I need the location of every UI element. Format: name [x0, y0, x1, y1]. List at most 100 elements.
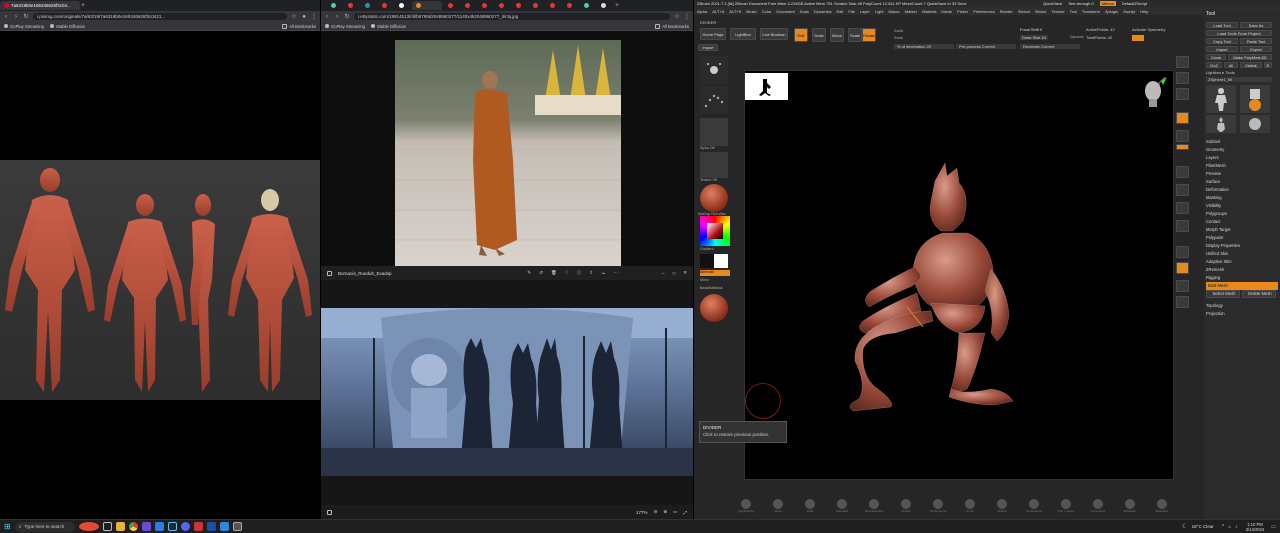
subpalette-polypaint[interactable]: Polypaint — [1204, 234, 1280, 242]
task-view-icon[interactable] — [102, 522, 112, 531]
menu-item[interactable]: Edit — [836, 9, 843, 14]
new-tab-icon[interactable]: + — [80, 3, 86, 9]
activate-symmetry-button[interactable]: Activate Symmetry — [1132, 27, 1165, 32]
rotate-view-button[interactable] — [1176, 220, 1189, 232]
subpalette-display-properties[interactable]: Display Properties — [1204, 242, 1280, 250]
bookmark-stable-diffusion[interactable]: Stable Diffusion — [49, 24, 85, 29]
menu-icon[interactable]: ⋮ — [684, 14, 690, 20]
subpalette-layers[interactable]: Layers — [1204, 154, 1280, 162]
discord-icon[interactable] — [180, 522, 190, 531]
home-page-button[interactable]: Home Page — [700, 28, 726, 40]
visible-button[interactable]: Visible — [1240, 62, 1262, 68]
app-icon-purple[interactable] — [141, 522, 151, 531]
url-input[interactable]: i.pinimg.com/originals/7a/63/19/7a6319b0… — [33, 13, 287, 20]
filmstrip-icon[interactable] — [327, 509, 332, 515]
star-icon[interactable]: ☆ — [291, 14, 297, 20]
zbrush-canvas[interactable]: DIVIDER Click to restore previous positi… — [699, 70, 1174, 480]
menu-item[interactable]: Layer — [860, 9, 870, 14]
brush-claybuildup[interactable]: ClayBuildup — [734, 499, 758, 513]
cloud-icon[interactable]: ☁ — [601, 270, 606, 276]
subpalette-fibermesh[interactable]: FiberMesh — [1204, 162, 1280, 170]
browser-tab[interactable] — [361, 1, 376, 10]
app-icon-blue[interactable] — [154, 522, 164, 531]
zsub-toggle[interactable]: Zsub — [894, 35, 903, 40]
browser-tab[interactable] — [478, 1, 493, 10]
subpalette-geometry[interactable]: Geometry — [1204, 146, 1280, 154]
forward-icon[interactable]: › — [334, 14, 340, 20]
preprocess-button[interactable]: Pre-process Current — [956, 44, 1016, 49]
secondary-color-swatch[interactable] — [714, 254, 728, 268]
select-mesh-button[interactable]: Select Mesh — [1206, 290, 1240, 298]
browser-tab[interactable]: 7a6319b0e165346626f3c04... — [0, 1, 80, 10]
browser-tab[interactable] — [495, 1, 510, 10]
rotate-button[interactable]: Rotate — [862, 28, 876, 42]
taskbar-search-box[interactable]: ⌕ Type here to search — [14, 521, 75, 532]
subpalette-projection[interactable]: Projection — [1204, 310, 1280, 318]
bookmark-goplay[interactable]: GoPlay Streaming — [325, 24, 365, 29]
menu-item[interactable]: Preferences — [973, 9, 995, 14]
menu-item[interactable]: Texture — [1051, 9, 1064, 14]
tool-thumbnail-zsphere[interactable] — [1240, 115, 1270, 133]
tray-chevron-icon[interactable]: ^ — [1222, 524, 1224, 530]
browser-tab[interactable] — [546, 1, 561, 10]
profile-icon[interactable]: ● — [301, 14, 307, 20]
file-explorer-icon[interactable] — [115, 522, 125, 531]
menu-item[interactable]: Zplugin — [1105, 9, 1118, 14]
brush-maskpen[interactable]: MaskPen — [1150, 499, 1174, 513]
menu-item[interactable]: File — [848, 9, 854, 14]
load-tool-button[interactable]: Load Tool — [1206, 22, 1238, 28]
browser-tab[interactable] — [344, 1, 359, 10]
subpalette-adaptive-skin[interactable]: Adaptive Skin — [1204, 258, 1280, 266]
polyf-button[interactable] — [1176, 246, 1189, 258]
fit-icon[interactable]: ▭ — [673, 509, 677, 515]
fullscreen-icon[interactable]: ⤢ — [683, 510, 687, 515]
paste-tool-button[interactable]: Paste Tool — [1240, 38, 1272, 44]
load-tools-from-project-button[interactable]: Load Tools From Project — [1206, 30, 1272, 36]
gallery-icon[interactable] — [327, 270, 332, 276]
brush-zmodeler[interactable]: ZModeler — [1118, 499, 1142, 513]
all-bookmarks[interactable]: All Bookmarks — [282, 23, 316, 29]
brush-slash3[interactable]: Slash3 — [990, 499, 1014, 513]
menu-item[interactable]: Brush — [746, 9, 756, 14]
brush-move[interactable]: Move — [766, 499, 790, 513]
texture-thumbnail[interactable] — [700, 152, 728, 178]
subpalette-rigging[interactable]: Rigging — [1204, 274, 1280, 282]
menu-item[interactable]: Stroke — [1035, 9, 1047, 14]
zsphere-slider[interactable]: ZSphere1_69 — [1206, 77, 1272, 82]
frame-button[interactable] — [1176, 166, 1189, 178]
menu-item[interactable]: Picker — [957, 9, 968, 14]
subpalette-topology[interactable]: Topology — [1204, 302, 1280, 310]
subpalette-visibility[interactable]: Visibility — [1204, 202, 1280, 210]
menu-item[interactable]: Transform — [1082, 9, 1100, 14]
photos-icon[interactable] — [219, 522, 229, 531]
lightbox-button[interactable]: LightBox — [730, 28, 756, 40]
subpalette-masking[interactable]: Masking — [1204, 194, 1280, 202]
menu-item[interactable]: Movie — [941, 9, 952, 14]
main-color-swatch[interactable] — [700, 254, 714, 268]
persp-button[interactable] — [1176, 112, 1189, 124]
forward-icon[interactable]: › — [13, 14, 19, 20]
solo-button[interactable] — [1176, 296, 1189, 308]
browser-tab-active[interactable] — [412, 1, 442, 10]
info-icon[interactable]: ⓘ — [577, 270, 582, 276]
bookmark-goplay[interactable]: GoPlay Streaming — [4, 24, 44, 29]
symmetry-x-toggle[interactable] — [1132, 35, 1144, 41]
zoom-view-button[interactable] — [1176, 202, 1189, 214]
maximize-icon[interactable]: □ — [673, 271, 676, 276]
clone-button[interactable]: Clone — [1206, 54, 1226, 60]
browser-tab[interactable] — [461, 1, 476, 10]
menu-item[interactable]: Alpha — [697, 9, 707, 14]
move-view-button[interactable] — [1176, 184, 1189, 196]
menu-item[interactable]: Light — [875, 9, 884, 14]
tool-thumbnail-sphere[interactable] — [1240, 85, 1270, 113]
brush-standard[interactable]: Standard — [830, 499, 854, 513]
brush-thumbnail[interactable] — [700, 56, 728, 84]
alternate-toggle[interactable]: Alternate — [700, 270, 730, 276]
brush-inflat[interactable]: Inflat — [798, 499, 822, 513]
network-icon[interactable]: ⌂ — [1228, 524, 1231, 530]
dynamic-toggle[interactable]: Dynamic — [1070, 35, 1084, 39]
material-thumbnail[interactable] — [700, 184, 728, 212]
menu-item[interactable]: ALT+A — [712, 9, 724, 14]
subpalette-preview[interactable]: Preview — [1204, 170, 1280, 178]
star-icon[interactable]: ☆ — [674, 14, 680, 20]
